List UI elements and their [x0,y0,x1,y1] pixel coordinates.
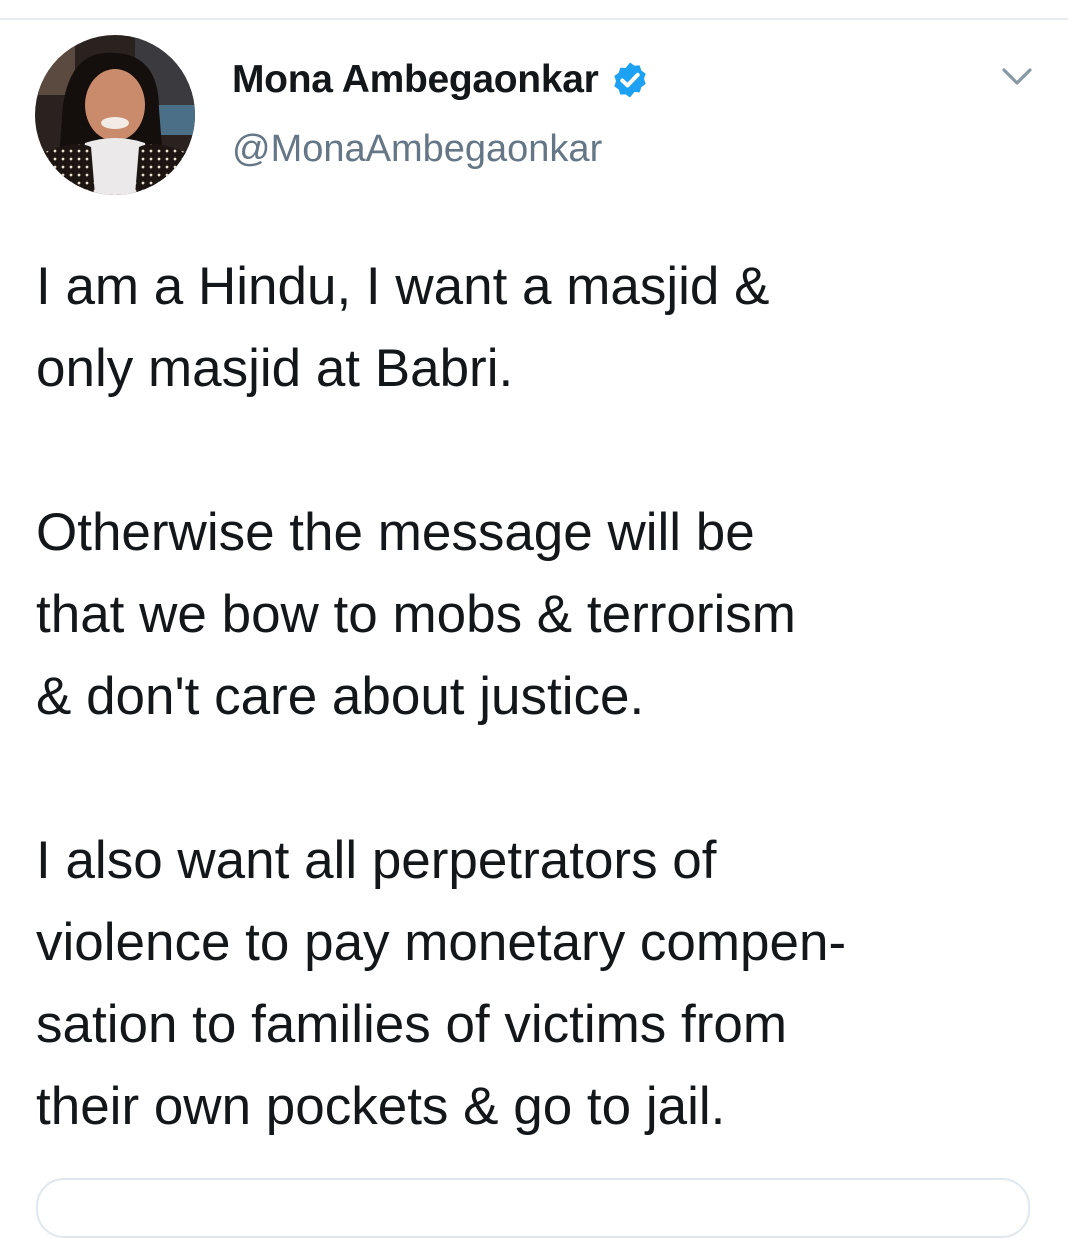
tweet-paragraph: I am a Hindu, I want a masjid & only mas… [36,246,1046,410]
tweet-line: only masjid at Babri. [36,339,514,398]
chevron-down-icon[interactable] [1000,64,1034,90]
avatar[interactable] [35,35,195,195]
tweet-line: Otherwise the message will be [36,503,755,562]
avatar-photo [35,35,195,195]
tweet-paragraph: Otherwise the message will be that we bo… [36,492,1046,738]
verified-badge-icon [614,62,647,98]
tweet-line: their own pockets & go to jail. [36,1077,726,1136]
tweet-line: sation to families of victims from [36,995,788,1054]
tweet-line: & don't care about justice. [36,667,645,726]
tweet-line: that we bow to mobs & terrorism [36,585,796,644]
tweet-paragraph: I also want all perpetrators of violence… [36,820,1046,1148]
author-row: Mona Ambegaonkar [232,54,650,106]
tweet-line: I am a Hindu, I want a masjid & [36,257,770,316]
top-divider [0,18,1068,20]
quoted-card[interactable] [36,1178,1030,1238]
display-name[interactable]: Mona Ambegaonkar [232,58,599,102]
tweet-line: I also want all perpetrators of [36,831,717,890]
tweet-text: I am a Hindu, I want a masjid & only mas… [36,246,1046,1148]
author-handle[interactable]: @MonaAmbegaonkar [232,128,602,171]
tweet-line: violence to pay monetary compen- [36,913,847,972]
